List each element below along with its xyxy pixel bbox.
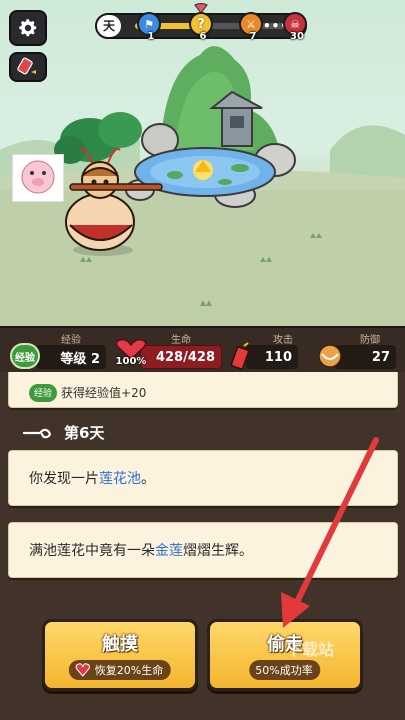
touch-button[interactable]: 触摸 恢复20%生命 bbox=[42, 619, 198, 691]
event-text-discover: 你发现一片莲花池。 bbox=[29, 468, 155, 488]
question-mark-icon: ? bbox=[197, 16, 205, 32]
exp-gain-text: 获得经验值+20 bbox=[61, 386, 147, 400]
lotus-pond-keyword: 莲花池 bbox=[99, 471, 141, 487]
event-card-discover: 你发现一片莲花池。 bbox=[8, 450, 398, 506]
steal-button[interactable]: 偷走 50%成功率 bbox=[207, 619, 363, 691]
def-value: 27 bbox=[371, 349, 390, 365]
eraser-icon bbox=[17, 57, 36, 75]
heart-icon bbox=[75, 663, 90, 677]
steal-button-label: 偷走 bbox=[267, 634, 303, 655]
day-heading-text: 第6天 bbox=[64, 424, 105, 442]
atk-box: 110 bbox=[246, 345, 298, 369]
node-battle: ⚔ 7 bbox=[239, 12, 263, 42]
event-text-suffix: 。 bbox=[141, 471, 155, 487]
character-portrait[interactable] bbox=[12, 154, 64, 202]
steal-button-chance: 50%成功率 bbox=[249, 660, 321, 680]
node-boss-count: 30 bbox=[290, 31, 304, 42]
armor-icon bbox=[318, 344, 342, 368]
atk-value: 110 bbox=[264, 349, 292, 365]
node-question: ? 6 bbox=[189, 12, 213, 42]
node-question-count: 6 bbox=[199, 31, 207, 42]
day-heading: 第6天 bbox=[22, 422, 104, 443]
eraser-tool-button[interactable] bbox=[9, 52, 47, 82]
crossed-swords-icon: ⚔ bbox=[246, 17, 256, 31]
day-progress-bar: 天 ⚑ 1 ? 6 ⚔ 7 ••• ☠ 30 bbox=[95, 3, 307, 42]
node-flag-count: 1 bbox=[147, 31, 155, 42]
touch-button-effect-text: 恢复20%生命 bbox=[94, 664, 164, 677]
exp-tag: 经验 bbox=[29, 383, 58, 402]
touch-button-effect: 恢复20%生命 bbox=[68, 660, 172, 680]
node-boss: ☠ 30 bbox=[283, 12, 307, 42]
event-text-prefix: 你发现一片 bbox=[29, 471, 99, 487]
exp-badge: 经验 bbox=[10, 343, 40, 369]
exp-title: 经验 bbox=[61, 335, 81, 346]
hp-indicator: 100% bbox=[114, 338, 148, 371]
golden-lotus-keyword: 金莲 bbox=[155, 543, 183, 559]
exp-gain-card: 经验 获得经验值+20 bbox=[8, 372, 398, 408]
event-text-suffix: 熠熠生辉。 bbox=[183, 543, 253, 559]
watermark: 下载站 bbox=[286, 640, 335, 659]
day-label: 天 bbox=[97, 15, 121, 37]
hp-percent: 100% bbox=[115, 356, 147, 367]
blue-flag-icon: ⚑ bbox=[144, 17, 154, 31]
level-text: 等级 2 bbox=[60, 351, 100, 367]
settings-button[interactable] bbox=[9, 10, 47, 46]
gear-icon bbox=[19, 19, 37, 37]
node-battle-count: 7 bbox=[249, 31, 257, 42]
hp-title: 生命 bbox=[171, 335, 191, 346]
event-card-golden-lotus: 满池莲花中竟有一朵金莲熠熠生辉。 bbox=[8, 522, 398, 578]
def-title: 防御 bbox=[360, 335, 380, 346]
event-text-golden-lotus: 满池莲花中竟有一朵金莲熠熠生辉。 bbox=[29, 540, 253, 560]
firecracker-icon bbox=[230, 342, 250, 370]
touch-button-label: 触摸 bbox=[102, 634, 138, 655]
level-box: 等级 2 bbox=[36, 345, 106, 369]
demon-face-icon: ☠ bbox=[290, 17, 300, 31]
game-scene: 天 ⚑ 1 ? 6 ⚔ 7 ••• ☠ 30 bbox=[0, 0, 405, 326]
hp-value: 428/428 bbox=[155, 349, 215, 365]
node-flag: ⚑ 1 bbox=[137, 12, 161, 42]
cloud-swirl-icon bbox=[22, 428, 51, 438]
stats-bar: 经验 等级 2 经验 生命 428/428 100% 攻击 110 防御 27 bbox=[0, 326, 405, 372]
atk-title: 攻击 bbox=[273, 335, 293, 346]
hp-box: 428/428 bbox=[140, 345, 222, 369]
pig-face-icon bbox=[21, 160, 55, 194]
event-text-prefix: 满池莲花中竟有一朵 bbox=[29, 543, 155, 559]
